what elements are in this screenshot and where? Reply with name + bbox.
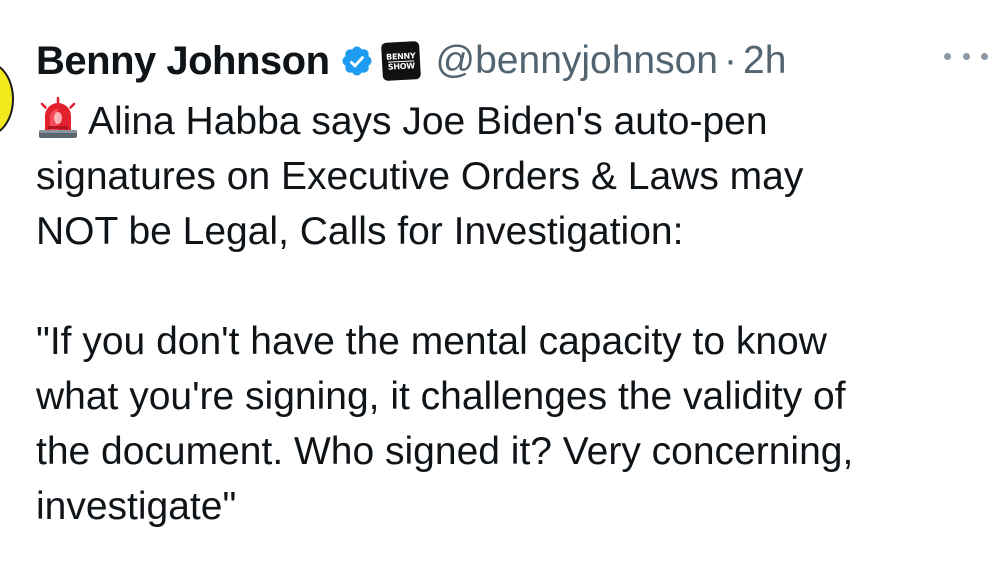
tweet-line: what you're signing, it challenges the v…: [36, 375, 846, 418]
verified-check-icon[interactable]: [340, 44, 374, 78]
tweet-body: Alina Habba says Joe Biden's auto-pen si…: [36, 94, 991, 534]
tweet-line: "If you don't have the mental capacity t…: [36, 320, 827, 363]
tweet-line: signatures on Executive Orders & Laws ma…: [36, 155, 804, 198]
tweet-line: NOT be Legal, Calls for Investigation:: [36, 210, 684, 253]
tweet-line: Alina Habba says Joe Biden's auto-pen: [36, 94, 991, 149]
tweet-line-blank: [36, 259, 991, 314]
tweet-line: the document. Who signed it? Very concer…: [36, 430, 854, 473]
benny-show-badge: BENNY SHOW: [380, 41, 421, 81]
user-handle[interactable]: @bennyjohnson: [436, 39, 718, 83]
display-name[interactable]: Benny Johnson: [36, 39, 330, 84]
more-dots-icon[interactable]: [944, 44, 988, 68]
tweet-header: Benny Johnson BENNY SHOW @bennyjohnson ·…: [36, 34, 786, 88]
separator-dot: ·: [724, 39, 737, 82]
tweet-line: investigate": [36, 485, 237, 528]
avatar[interactable]: [0, 62, 14, 136]
timestamp[interactable]: 2h: [743, 39, 786, 83]
police-siren-icon: [39, 96, 77, 138]
